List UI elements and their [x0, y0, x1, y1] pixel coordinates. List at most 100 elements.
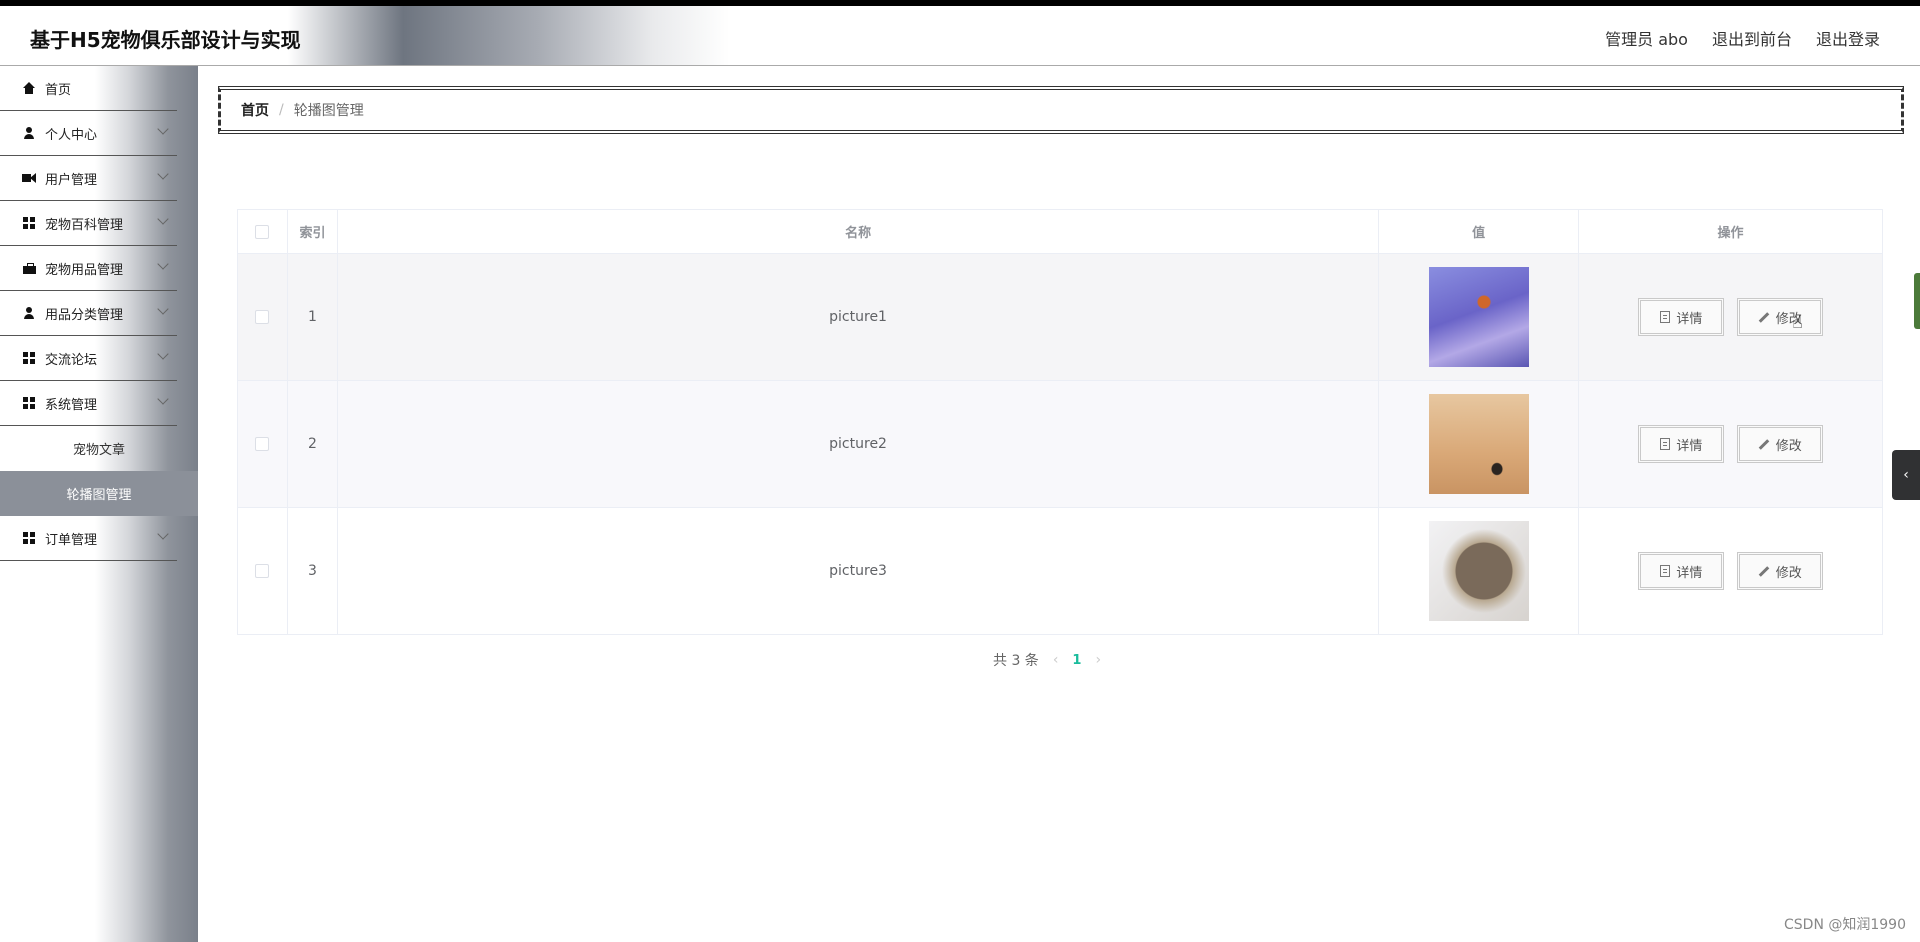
top-bar: 基于H5宠物俱乐部设计与实现 管理员 abo 退出到前台 退出登录: [0, 0, 1920, 66]
select-all-checkbox[interactable]: [255, 224, 270, 239]
sidebar-item-label: 宠物用品管理: [45, 262, 124, 278]
row-value-cell: [1378, 253, 1580, 381]
column-header-actions: 操作: [1578, 209, 1883, 254]
sidebar-item-label: 个人中心: [45, 127, 98, 143]
breadcrumb: 首页 / 轮播图管理: [218, 86, 1904, 134]
row-index: 1: [286, 253, 338, 381]
row-actions: 详情 修改: [1578, 380, 1883, 508]
sidebar-item-label: 交流论坛: [45, 352, 98, 368]
table-header-row: 索引 名称 值 操作: [237, 209, 1883, 254]
chevron-down-icon: [157, 258, 169, 270]
pencil-icon: [1758, 311, 1770, 323]
sidebar-item-label: 系统管理: [45, 397, 98, 413]
main-content: 首页 / 轮播图管理 索引 名称 值 操作 1 picture1 详情 修改 2…: [198, 66, 1920, 942]
row-actions: 详情 修改: [1578, 507, 1883, 635]
row-checkbox[interactable]: [255, 564, 270, 578]
chevron-down-icon: [157, 168, 169, 180]
chevron-down-icon: [157, 303, 169, 315]
carousel-image-thumbnail: [1428, 267, 1529, 367]
admin-user-link[interactable]: 管理员 abo: [1605, 26, 1688, 50]
chevron-down-icon: [157, 213, 169, 225]
sidebar-item-order-management[interactable]: 订单管理: [0, 516, 177, 561]
sidebar-item-pet-encyclopedia[interactable]: 宠物百科管理: [0, 201, 177, 246]
breadcrumb-current: 轮播图管理: [293, 103, 364, 119]
chevron-down-icon: [157, 123, 169, 135]
row-select-cell: [237, 507, 288, 635]
document-icon: [1660, 311, 1671, 323]
row-index: 2: [286, 380, 338, 508]
sidebar-item-supply-category[interactable]: 用品分类管理: [0, 291, 177, 336]
row-checkbox[interactable]: [255, 310, 270, 324]
sidebar-item-label: 用品分类管理: [45, 307, 124, 323]
carousel-image-thumbnail: [1428, 521, 1529, 621]
detail-button[interactable]: 详情: [1638, 298, 1725, 336]
table-row: 1 picture1 详情 修改: [237, 253, 1883, 381]
sidebar-subitem-carousel-management[interactable]: 轮播图管理: [0, 471, 198, 516]
row-actions: 详情 修改: [1578, 253, 1883, 381]
watermark: CSDN @知润1990: [1784, 917, 1906, 933]
sidebar-subitem-pet-articles[interactable]: 宠物文章: [0, 426, 198, 471]
app-title: 基于H5宠物俱乐部设计与实现: [30, 28, 301, 52]
pagination-prev-icon[interactable]: ‹: [1053, 652, 1059, 668]
user-icon: [22, 126, 36, 140]
pagination-page-number[interactable]: 1: [1072, 653, 1081, 668]
sidebar-item-personal-center[interactable]: 个人中心: [0, 111, 177, 156]
edit-button-label: 修改: [1775, 565, 1802, 581]
detail-button-label: 详情: [1676, 438, 1703, 454]
row-name: picture2: [336, 380, 1380, 508]
user-icon: [22, 306, 36, 320]
collapse-toggle-button[interactable]: ‹: [1892, 450, 1920, 500]
row-value-cell: [1378, 507, 1580, 635]
sidebar-item-label: 用户管理: [45, 172, 98, 188]
row-checkbox[interactable]: [255, 437, 270, 451]
sidebar-item-label: 订单管理: [45, 532, 98, 548]
chevron-down-icon: [157, 393, 169, 405]
top-links: 管理员 abo 退出到前台 退出登录: [1605, 26, 1880, 50]
edit-button-label: 修改: [1775, 438, 1802, 454]
pagination-next-icon[interactable]: ›: [1095, 652, 1101, 668]
video-icon: [22, 171, 36, 185]
column-header-index: 索引: [286, 209, 338, 254]
sidebar-item-user-management[interactable]: 用户管理: [0, 156, 177, 201]
row-select-cell: [237, 380, 288, 508]
row-select-cell: [237, 253, 288, 381]
sidebar-item-home[interactable]: 首页: [0, 66, 177, 111]
column-header-value: 值: [1378, 209, 1580, 254]
sidebar-item-label: 宠物百科管理: [45, 217, 124, 233]
sidebar-item-system-management[interactable]: 系统管理: [0, 381, 177, 426]
pagination-total: 共 3 条: [993, 653, 1039, 669]
row-name: picture1: [336, 253, 1380, 381]
select-all-cell: [237, 209, 288, 254]
pencil-icon: [1758, 438, 1770, 450]
grid-icon: [22, 396, 36, 410]
sidebar-item-forum[interactable]: 交流论坛: [0, 336, 177, 381]
grid-icon: [22, 216, 36, 230]
detail-button-label: 详情: [1676, 311, 1703, 327]
detail-button[interactable]: 详情: [1638, 425, 1725, 463]
pencil-icon: [1758, 565, 1770, 577]
breadcrumb-home[interactable]: 首页: [241, 100, 269, 120]
pagination: 共 3 条 ‹ 1 ›: [993, 650, 1101, 670]
logout-link[interactable]: 退出登录: [1816, 26, 1880, 50]
chevron-down-icon: [157, 528, 169, 540]
side-accent-tab[interactable]: [1914, 273, 1920, 329]
detail-button-label: 详情: [1676, 565, 1703, 581]
exit-to-front-link[interactable]: 退出到前台: [1712, 26, 1792, 50]
edit-button[interactable]: 修改: [1736, 425, 1823, 463]
carousel-table: 索引 名称 值 操作 1 picture1 详情 修改 2 picture2 详…: [237, 209, 1883, 635]
sidebar: 首页 个人中心 用户管理 宠物百科管理 宠物用品管理 用品分类管理 交流论坛 系…: [0, 66, 198, 942]
grid-icon: [22, 351, 36, 365]
edit-button[interactable]: 修改: [1736, 552, 1823, 590]
hand-cursor-icon: ☝: [1792, 312, 1803, 333]
row-name: picture3: [336, 507, 1380, 635]
edit-button[interactable]: 修改: [1736, 298, 1823, 336]
home-icon: [22, 81, 36, 95]
table-row: 2 picture2 详情 修改: [237, 380, 1883, 508]
sidebar-item-pet-supplies[interactable]: 宠物用品管理: [0, 246, 177, 291]
document-icon: [1660, 438, 1671, 450]
document-icon: [1660, 565, 1671, 577]
briefcase-icon: [22, 261, 36, 275]
table-row: 3 picture3 详情 修改: [237, 507, 1883, 635]
detail-button[interactable]: 详情: [1638, 552, 1725, 590]
carousel-image-thumbnail: [1428, 394, 1529, 494]
